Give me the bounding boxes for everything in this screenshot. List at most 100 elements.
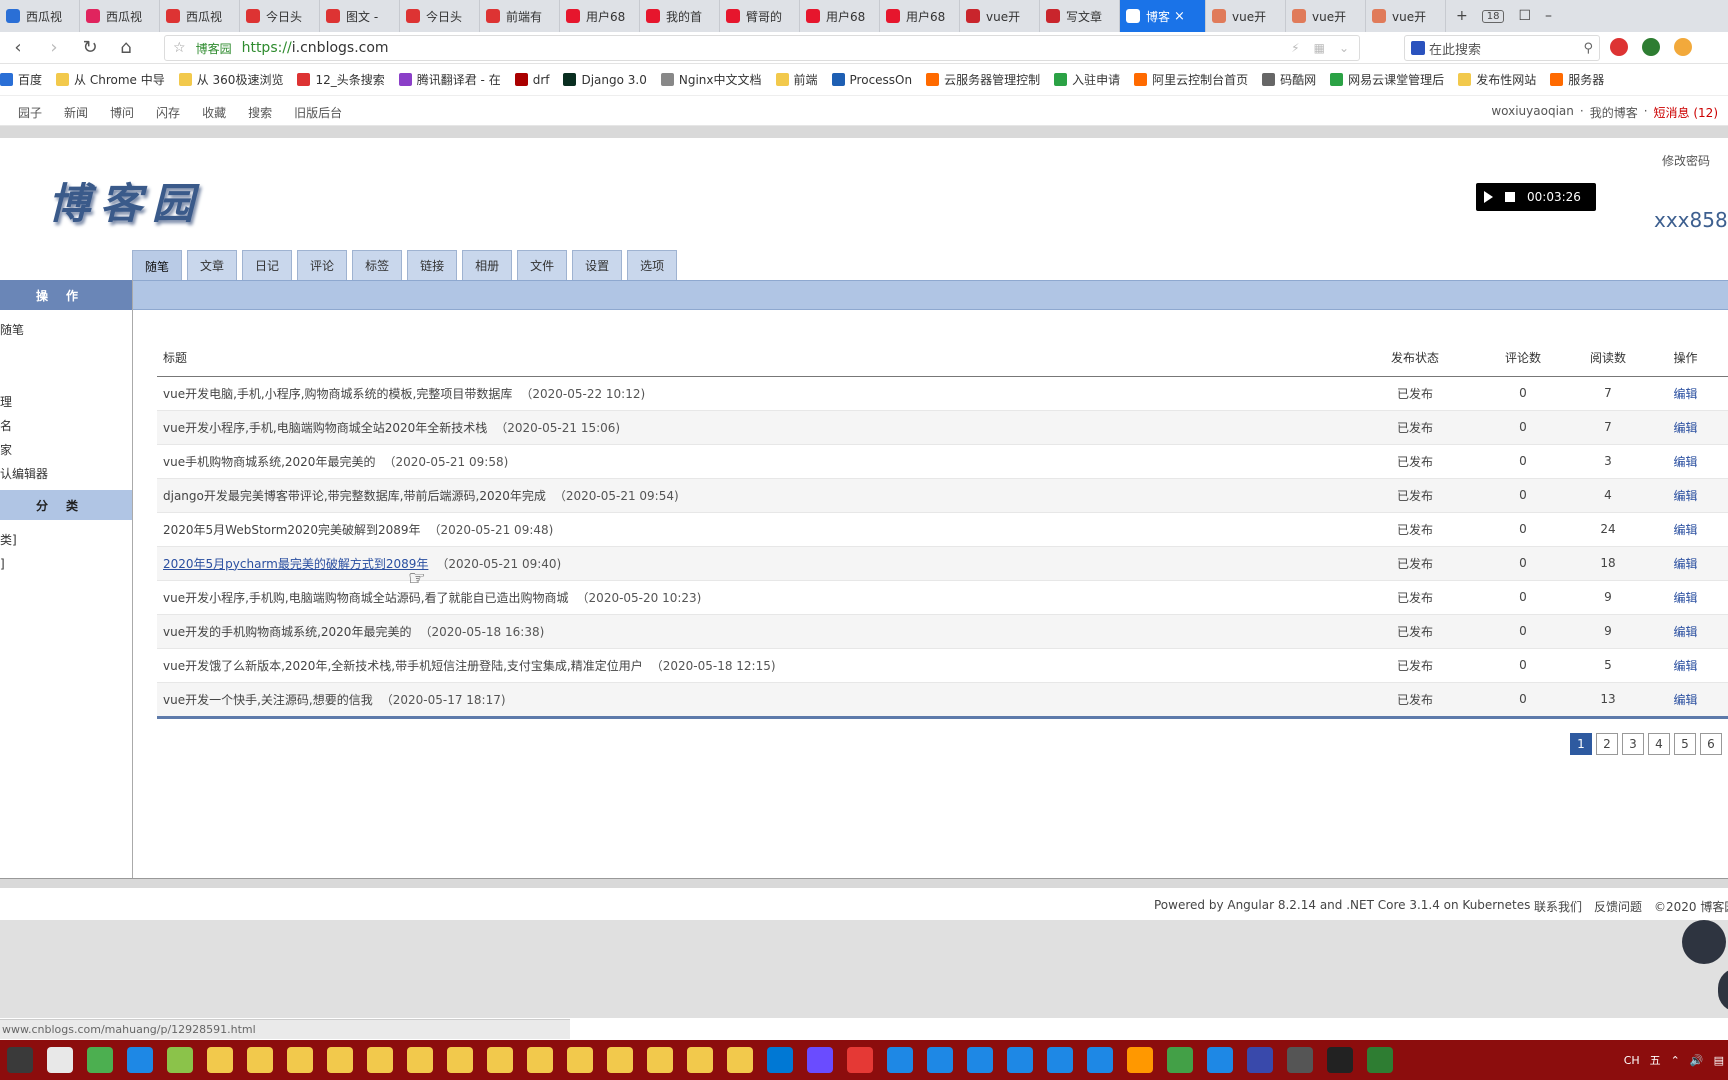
site-nav-link[interactable]: 博问 xyxy=(110,104,134,121)
bookmark-item[interactable]: drf xyxy=(514,73,549,87)
taskbar-app-icon[interactable] xyxy=(1047,1047,1073,1073)
taskbar-app-icon[interactable] xyxy=(1007,1047,1033,1073)
volume-icon[interactable]: 🔊 xyxy=(1690,1054,1704,1067)
bookmark-item[interactable]: Django 3.0 xyxy=(563,73,647,87)
sidebar-item[interactable]: 名 xyxy=(0,414,132,438)
play-icon[interactable] xyxy=(1484,191,1493,203)
browser-tab[interactable]: 用户68 xyxy=(560,0,640,32)
post-title-link[interactable]: 2020年5月pycharm最完美的破解方式到2089年 xyxy=(163,557,428,571)
bookmark-item[interactable]: 12_头条搜索 xyxy=(297,71,385,88)
taskbar-app-icon[interactable] xyxy=(47,1047,73,1073)
bookmark-item[interactable]: 服务器 xyxy=(1550,71,1604,88)
browser-tab[interactable]: 今日头 xyxy=(240,0,320,32)
browser-tab[interactable]: vue开 xyxy=(960,0,1040,32)
tab-count-badge[interactable]: 18 xyxy=(1481,9,1505,23)
bookmark-item[interactable]: 从 360极速浏览 xyxy=(178,71,283,88)
tab-6[interactable]: 相册 xyxy=(462,250,513,280)
tab-8[interactable]: 设置 xyxy=(572,250,623,280)
taskbar-app-icon[interactable] xyxy=(727,1047,753,1073)
edit-link[interactable]: 编辑 xyxy=(1673,523,1697,537)
browser-tab[interactable]: 图文 - xyxy=(320,0,400,32)
home-icon[interactable]: ⌂ xyxy=(108,32,144,64)
bookmark-item[interactable]: 发布性网站 xyxy=(1458,71,1536,88)
browser-tab[interactable]: 博客 × xyxy=(1120,0,1206,32)
bookmark-item[interactable]: 码酷网 xyxy=(1262,71,1316,88)
bookmark-item[interactable]: Nginx中文文档 xyxy=(660,71,762,88)
bookmark-item[interactable]: 网易云课堂管理后 xyxy=(1330,71,1444,88)
page-3[interactable]: 3 xyxy=(1622,733,1644,755)
taskbar-app-icon[interactable] xyxy=(607,1047,633,1073)
browser-tab[interactable]: 臂哥的 xyxy=(720,0,800,32)
post-title-link[interactable]: django开发最完美博客带评论,带完整数据库,带前后端源码,2020年完成 xyxy=(163,489,546,503)
browser-tab[interactable]: 西瓜视 xyxy=(160,0,240,32)
tab-4[interactable]: 标签 xyxy=(352,250,403,280)
browser-tab[interactable]: vue开 xyxy=(1366,0,1446,32)
browser-tab[interactable]: 用户68 xyxy=(800,0,880,32)
bookmark-item[interactable]: ProcessOn xyxy=(831,73,912,87)
browser-tab[interactable]: 我的首 xyxy=(640,0,720,32)
ime-mode[interactable]: 五 xyxy=(1650,1052,1661,1068)
tab-3[interactable]: 评论 xyxy=(297,250,348,280)
taskbar-app-icon[interactable] xyxy=(767,1047,793,1073)
browser-tab[interactable]: vue开 xyxy=(1286,0,1366,32)
site-logo[interactable]: 博客园 xyxy=(48,170,204,231)
taskbar-app-icon[interactable] xyxy=(967,1047,993,1073)
back-icon[interactable]: ‹ xyxy=(0,32,36,64)
sidebar-category-item[interactable]: ] xyxy=(0,552,132,576)
taskbar-app-icon[interactable] xyxy=(287,1047,313,1073)
sidebar-item[interactable] xyxy=(0,366,132,390)
feedback-link[interactable]: 反馈问题 xyxy=(1594,898,1642,915)
url-input[interactable]: ☆ 博客园 https://i.cnblogs.com ⚡ ▦ ⌄ xyxy=(164,35,1360,61)
minimize-icon[interactable]: – xyxy=(1545,8,1552,24)
browser-tab[interactable]: vue开 xyxy=(1206,0,1286,32)
page-1[interactable]: 1 xyxy=(1570,733,1592,755)
taskbar-app-icon[interactable] xyxy=(207,1047,233,1073)
page-4[interactable]: 4 xyxy=(1648,733,1670,755)
ime-indicator[interactable]: CH xyxy=(1624,1054,1640,1067)
lightning-icon[interactable]: ⚡ xyxy=(1291,41,1299,55)
tab-5[interactable]: 链接 xyxy=(407,250,458,280)
taskbar-app-icon[interactable] xyxy=(167,1047,193,1073)
tab-7[interactable]: 文件 xyxy=(517,250,568,280)
post-title-link[interactable]: 2020年5月WebStorm2020完美破解到2089年 xyxy=(163,523,421,537)
shirt-icon[interactable]: ☐ xyxy=(1518,8,1531,24)
bookmark-item[interactable]: 腾讯翻译君 - 在 xyxy=(398,71,501,88)
extension-icon[interactable] xyxy=(1642,38,1660,56)
page-6[interactable]: 6 xyxy=(1700,733,1722,755)
contact-link[interactable]: 联系我们 xyxy=(1534,898,1582,915)
taskbar-app-icon[interactable] xyxy=(1207,1047,1233,1073)
taskbar-app-icon[interactable] xyxy=(1327,1047,1353,1073)
post-title-link[interactable]: vue开发电脑,手机,小程序,购物商城系统的模板,完整项目带数据库 xyxy=(163,387,512,401)
post-title-link[interactable]: vue开发小程序,手机购,电脑端购物商城全站源码,看了就能自已造出购物商城 xyxy=(163,591,569,605)
edit-link[interactable]: 编辑 xyxy=(1673,557,1697,571)
bookmark-item[interactable]: 阿里云控制台首页 xyxy=(1134,71,1248,88)
taskbar-app-icon[interactable] xyxy=(807,1047,833,1073)
tab-1[interactable]: 文章 xyxy=(187,250,238,280)
taskbar-app-icon[interactable] xyxy=(327,1047,353,1073)
browser-search-input[interactable]: 在此搜索 ⚲ xyxy=(1404,35,1600,61)
edit-link[interactable]: 编辑 xyxy=(1673,455,1697,469)
site-nav-link[interactable]: 旧版后台 xyxy=(294,104,342,121)
tray-up-icon[interactable]: ⌃ xyxy=(1671,1054,1680,1067)
user-name-link[interactable]: woxiuyaoqian xyxy=(1491,104,1574,121)
taskbar-app-icon[interactable] xyxy=(847,1047,873,1073)
taskbar-app-icon[interactable] xyxy=(527,1047,553,1073)
tab-2[interactable]: 日记 xyxy=(242,250,293,280)
change-password-link[interactable]: 修改密码 xyxy=(1662,152,1710,169)
edit-link[interactable]: 编辑 xyxy=(1673,625,1697,639)
page-5[interactable]: 5 xyxy=(1674,733,1696,755)
network-icon[interactable]: ▤ xyxy=(1714,1054,1724,1067)
sidebar-item[interactable] xyxy=(0,342,132,366)
my-blog-link[interactable]: 我的博客 xyxy=(1590,104,1638,121)
sidebar-item[interactable]: 随笔 xyxy=(0,318,132,342)
stop-icon[interactable] xyxy=(1505,192,1515,202)
taskbar-app-icon[interactable] xyxy=(567,1047,593,1073)
edit-link[interactable]: 编辑 xyxy=(1673,591,1697,605)
site-nav-link[interactable]: 收藏 xyxy=(202,104,226,121)
edit-link[interactable]: 编辑 xyxy=(1673,693,1697,707)
browser-tab[interactable]: 用户68 xyxy=(880,0,960,32)
post-title-link[interactable]: vue开发小程序,手机,电脑端购物商城全站2020年全新技术栈 xyxy=(163,421,487,435)
bookmark-item[interactable]: 百度 xyxy=(0,71,42,88)
taskbar-app-icon[interactable] xyxy=(927,1047,953,1073)
chevron-down-icon[interactable]: ⌄ xyxy=(1339,41,1349,55)
